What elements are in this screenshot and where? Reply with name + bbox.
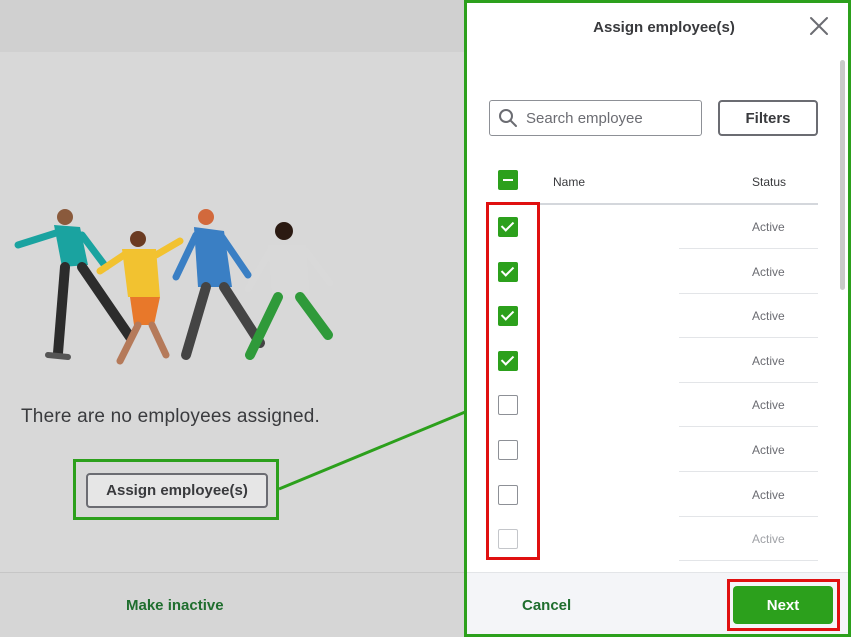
employee-status: Active — [752, 309, 785, 324]
employee-status: Active — [752, 353, 785, 368]
make-inactive-button[interactable]: Make inactive — [126, 597, 224, 614]
people-illustration — [14, 209, 334, 365]
employee-status: Active — [752, 220, 785, 234]
row-divider — [679, 560, 818, 562]
search-input[interactable] — [526, 101, 696, 135]
panel-title: Assign employee(s) — [593, 19, 735, 36]
column-header-name[interactable]: Name — [553, 175, 585, 189]
employee-status: Active — [752, 264, 785, 279]
assign-employees-button[interactable]: Assign employee(s) — [86, 473, 268, 508]
filters-button[interactable]: Filters — [718, 100, 818, 136]
employee-status: Active — [752, 487, 785, 502]
employee-status: Active — [752, 532, 785, 547]
search-field — [489, 100, 702, 136]
top-bar — [0, 0, 470, 52]
employee-status: Active — [752, 443, 785, 457]
empty-state-message: There are no employees assigned. — [21, 406, 320, 427]
close-icon[interactable] — [808, 15, 830, 37]
next-button[interactable]: Next — [733, 586, 833, 624]
page-footer — [0, 572, 470, 637]
checkbox-column-highlight — [486, 202, 540, 560]
panel-scrollbar[interactable] — [840, 60, 845, 290]
employee-status: Active — [752, 398, 785, 413]
cancel-button[interactable]: Cancel — [522, 597, 571, 614]
column-header-status[interactable]: Status — [752, 175, 786, 189]
search-icon — [499, 109, 517, 127]
select-all-checkbox[interactable] — [498, 170, 518, 190]
